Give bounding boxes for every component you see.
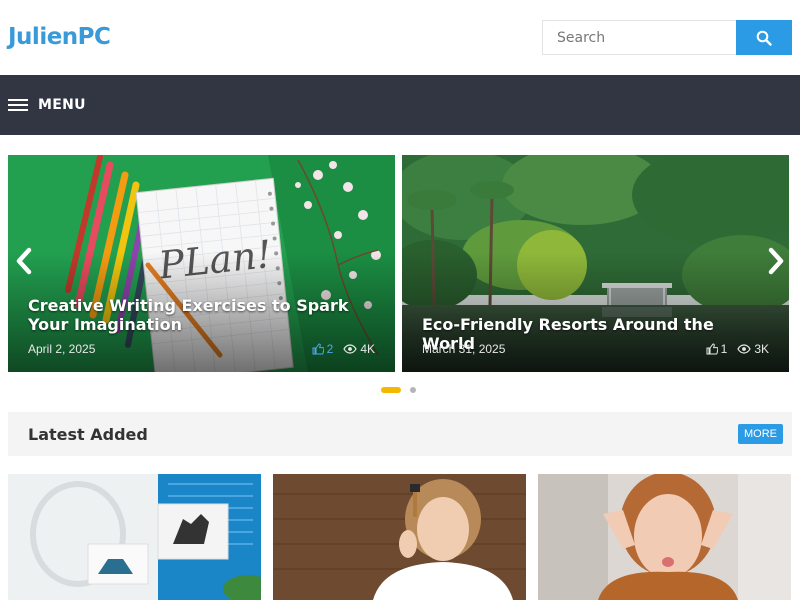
post-card[interactable] xyxy=(273,474,526,600)
eye-icon xyxy=(343,344,358,354)
chevron-right-icon xyxy=(768,247,784,275)
menu-toggle-label[interactable]: MENU xyxy=(38,97,86,113)
hamburger-icon[interactable] xyxy=(8,99,28,111)
post-date: April 2, 2025 xyxy=(28,342,96,356)
latest-section-header: Latest Added MORE xyxy=(8,412,792,456)
chevron-left-icon xyxy=(16,247,32,275)
site-logo[interactable]: JulienPC xyxy=(8,24,111,50)
slider-next-button[interactable] xyxy=(764,245,788,277)
search-button[interactable] xyxy=(736,20,792,55)
thumbs-up-icon xyxy=(312,343,324,355)
slide-meta: April 2, 2025 2 4K xyxy=(28,342,375,356)
view-count: 3K xyxy=(737,342,769,356)
post-card[interactable] xyxy=(8,474,261,600)
slide-eco-resorts[interactable]: Eco-Friendly Resorts Around the World Ma… xyxy=(402,155,789,372)
view-count: 4K xyxy=(343,342,375,356)
featured-slider: PLan! Creative Writing Exercises to Spar… xyxy=(8,155,792,372)
search-form xyxy=(542,20,792,55)
like-count[interactable]: 2 xyxy=(312,342,333,356)
more-button[interactable]: MORE xyxy=(738,424,783,444)
slider-pagination xyxy=(381,387,416,393)
slider-prev-button[interactable] xyxy=(12,245,36,277)
post-date: March 31, 2025 xyxy=(422,342,506,356)
slider-dot[interactable] xyxy=(410,387,416,393)
search-input[interactable] xyxy=(542,20,736,55)
like-count[interactable]: 1 xyxy=(706,342,727,356)
post-thumbnail-face xyxy=(538,474,791,600)
slide-creative-writing[interactable]: PLan! Creative Writing Exercises to Spar… xyxy=(8,155,395,372)
slide-meta: March 31, 2025 1 3K xyxy=(422,342,769,356)
section-title: Latest Added xyxy=(28,425,148,444)
main-navbar: MENU xyxy=(0,75,800,135)
slider-dot-active[interactable] xyxy=(381,387,401,393)
thumbs-up-icon xyxy=(706,343,718,355)
slide-title[interactable]: Creative Writing Exercises to Spark Your… xyxy=(28,296,375,334)
post-card[interactable] xyxy=(538,474,791,600)
post-thumbnail-interior xyxy=(8,474,261,600)
search-icon xyxy=(756,30,772,46)
site-header: JulienPC xyxy=(0,0,800,75)
post-thumbnail-skincare xyxy=(273,474,526,600)
eye-icon xyxy=(737,344,752,354)
